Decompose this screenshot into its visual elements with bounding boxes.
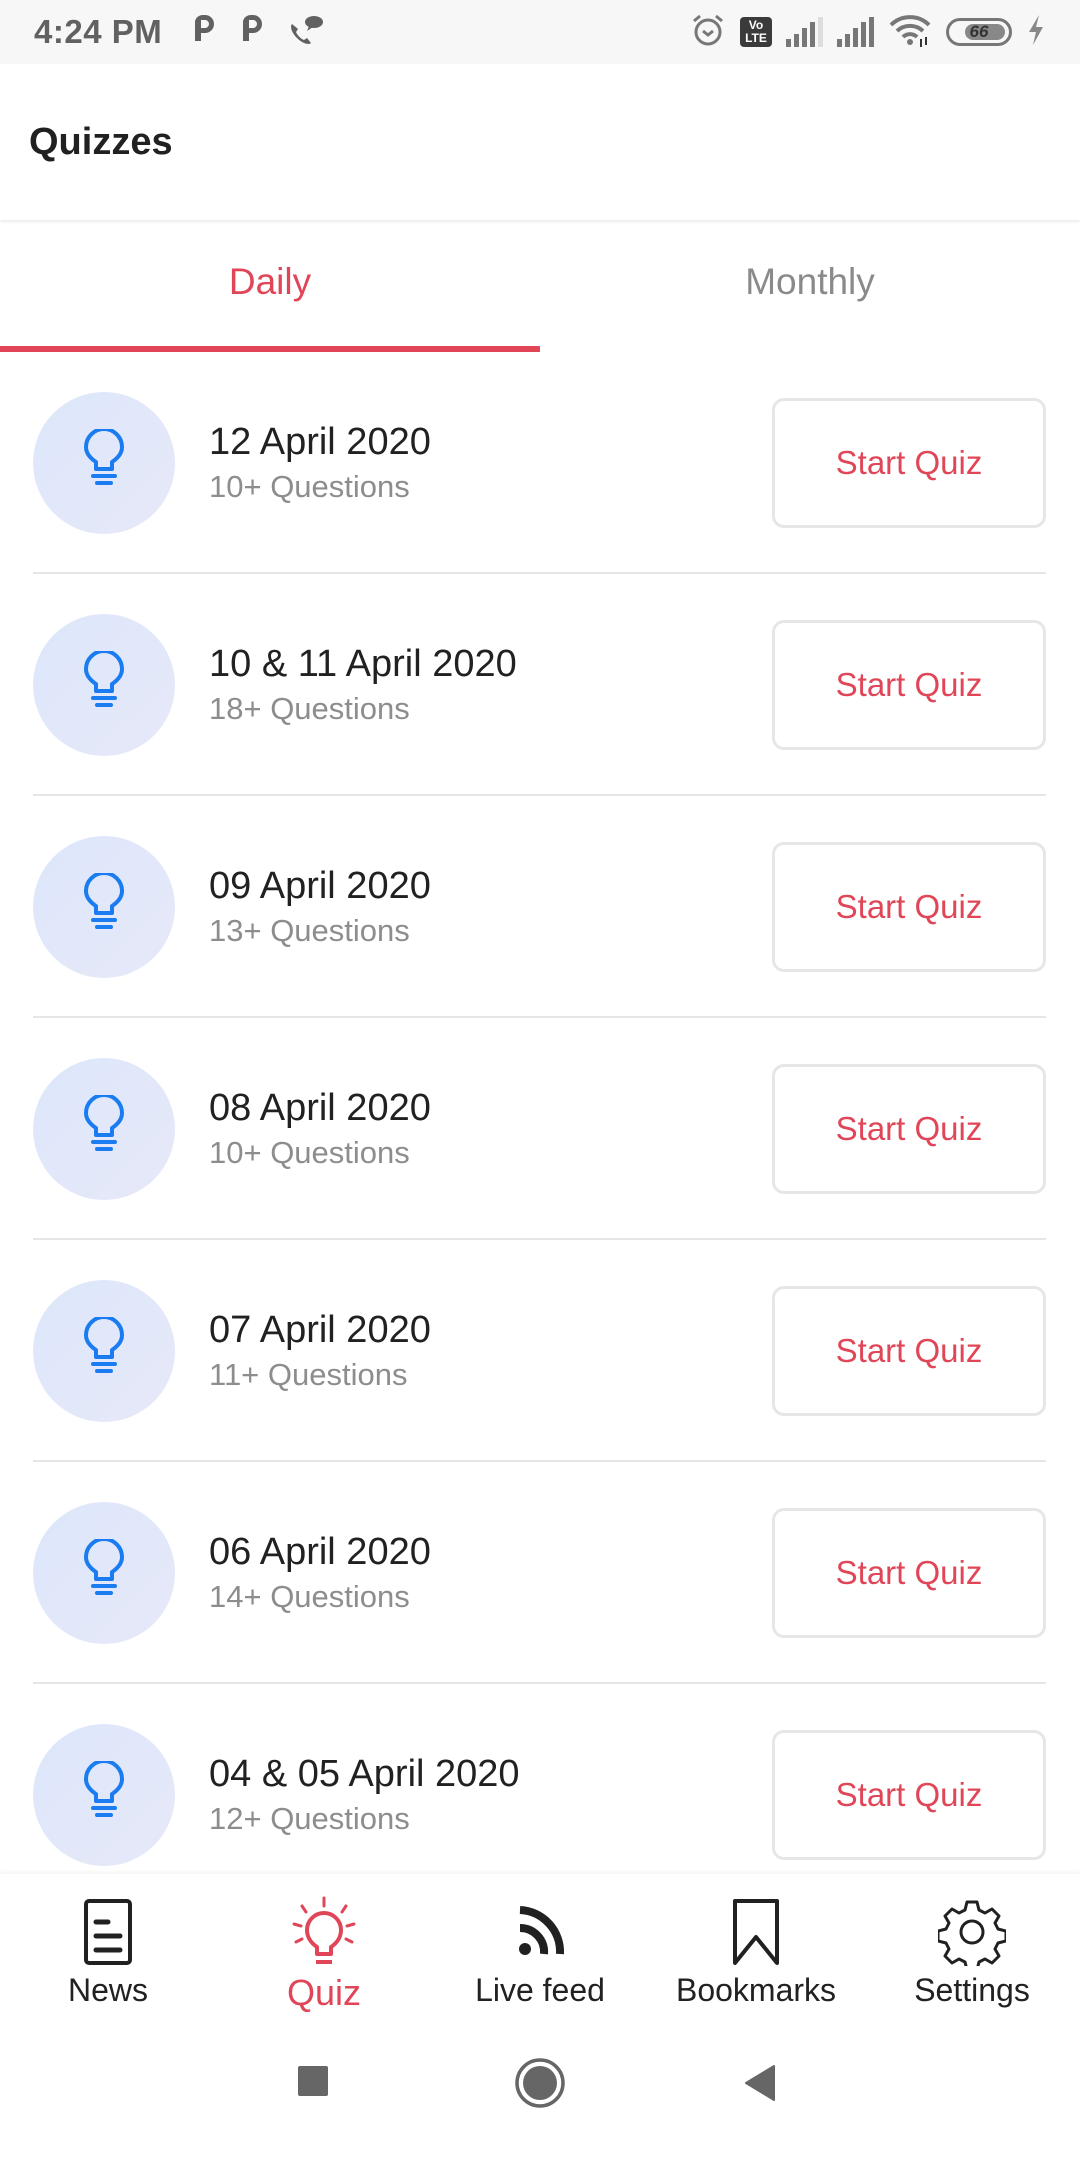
app-bar: Quizzes [0,64,1080,220]
quiz-date: 12 April 2020 [209,421,431,463]
quiz-text: 06 April 2020 14+ Questions [209,1529,772,1617]
start-quiz-button[interactable]: Start Quiz [772,1286,1046,1416]
quiz-list-item[interactable]: 12 April 2020 10+ Questions Start Quiz [0,352,1080,574]
lightbulb-icon [80,426,128,498]
quiz-list-item[interactable]: 10 & 11 April 2020 18+ Questions Start Q… [0,574,1080,796]
lightbulb-icon [80,1536,128,1608]
battery-level: 66 [969,22,989,41]
quiz-text: 10 & 11 April 2020 18+ Questions [209,641,772,729]
quiz-question-count: 10+ Questions [209,469,410,504]
quiz-date: 09 April 2020 [209,865,431,907]
lightbulb-icon [80,1092,128,1164]
quiz-icon-badge [33,392,175,534]
start-quiz-button[interactable]: Start Quiz [772,1730,1046,1860]
lightbulb-icon [80,1314,128,1386]
nav-label: Live feed [475,1972,605,2008]
battery-icon: 66 [946,18,1012,46]
volte-bottom: LTE [745,31,767,45]
quiz-icon-badge [33,1280,175,1422]
start-quiz-button[interactable]: Start Quiz [772,398,1046,528]
nav-label: News [67,1972,148,2008]
quiz-icon-badge [33,1058,175,1200]
quiz-question-count: 13+ Questions [209,913,410,948]
quiz-question-count: 10+ Questions [209,1135,410,1170]
quiz-list: 12 April 2020 10+ Questions Start Quiz 1… [0,352,1080,1906]
quiz-list-item[interactable]: 04 & 05 April 2020 12+ Questions Start Q… [0,1684,1080,1906]
tab-daily[interactable]: Daily [0,222,540,352]
bookmark-icon [720,1896,792,1968]
gear-icon [936,1896,1008,1968]
quiz-date: 10 & 11 April 2020 [209,643,517,685]
rss-icon [504,1896,576,1968]
home-button[interactable] [514,2057,566,2114]
lightbulb-icon [80,870,128,942]
quiz-icon-badge [33,1502,175,1644]
p-app-icon [240,13,266,51]
lightbulb-icon [80,648,128,720]
signal-icon [786,17,823,47]
start-quiz-button[interactable]: Start Quiz [772,1064,1046,1194]
tab-bar: Daily Monthly [0,222,1080,352]
nav-item-news[interactable]: News [0,1874,216,2014]
status-time: 4:24 PM [34,13,163,50]
nav-item-live-feed[interactable]: Live feed [432,1874,648,2014]
quiz-icon-badge [33,836,175,978]
start-quiz-button[interactable]: Start Quiz [772,842,1046,972]
page-title: Quizzes [29,120,173,163]
quiz-text: 12 April 2020 10+ Questions [209,419,772,507]
status-bar: 4:24 PM Vo LTE 66 [0,0,1080,64]
quiz-date: 06 April 2020 [209,1531,431,1573]
signal-icon [837,17,874,47]
p-app-icon [192,13,218,51]
quiz-date: 07 April 2020 [209,1309,431,1351]
quiz-text: 08 April 2020 10+ Questions [209,1085,772,1173]
wifi-calling-icon [288,14,324,51]
nav-label: Quiz [286,1972,362,2013]
start-quiz-button[interactable]: Start Quiz [772,1508,1046,1638]
nav-item-quiz[interactable]: Quiz [216,1874,432,2014]
alarm-icon [690,13,726,52]
quiz-question-count: 12+ Questions [209,1801,410,1836]
quiz-list-item[interactable]: 06 April 2020 14+ Questions Start Quiz [0,1462,1080,1684]
start-quiz-button[interactable]: Start Quiz [772,620,1046,750]
quiz-text: 07 April 2020 11+ Questions [209,1307,772,1395]
nav-item-bookmarks[interactable]: Bookmarks [648,1874,864,2014]
quiz-question-count: 11+ Questions [209,1357,408,1392]
quiz-icon-badge [33,1724,175,1866]
quiz-text: 09 April 2020 13+ Questions [209,863,772,951]
quiz-text: 04 & 05 April 2020 12+ Questions [209,1751,772,1839]
bottom-nav: News Quiz Live feed Bookmarks Settings [0,1874,1080,2014]
quiz-question-count: 18+ Questions [209,691,410,726]
charging-icon [1026,14,1046,51]
lightbulb-icon [80,1758,128,1830]
quiz-date: 08 April 2020 [209,1087,431,1129]
quiz-list-item[interactable]: 07 April 2020 11+ Questions Start Quiz [0,1240,1080,1462]
status-left-icons [192,13,324,51]
quiz-list-item[interactable]: 09 April 2020 13+ Questions Start Quiz [0,796,1080,1018]
status-right-icons: Vo LTE 66 [690,13,1046,52]
quiz-icon-badge [33,614,175,756]
nav-label: Bookmarks [675,1972,837,2008]
quiz-question-count: 14+ Questions [209,1579,410,1614]
nav-label: Settings [914,1972,1030,2008]
quiz-date: 04 & 05 April 2020 [209,1753,520,1795]
wifi-icon [888,13,932,52]
back-button[interactable] [743,2064,777,2107]
news-icon [72,1896,144,1968]
recents-button[interactable] [296,2064,330,2103]
volte-icon: Vo LTE [740,17,772,47]
lightbulb-icon [288,1896,360,1968]
tab-monthly[interactable]: Monthly [540,222,1080,352]
system-nav-bar [0,2014,1080,2160]
quiz-list-item[interactable]: 08 April 2020 10+ Questions Start Quiz [0,1018,1080,1240]
nav-item-settings[interactable]: Settings [864,1874,1080,2014]
